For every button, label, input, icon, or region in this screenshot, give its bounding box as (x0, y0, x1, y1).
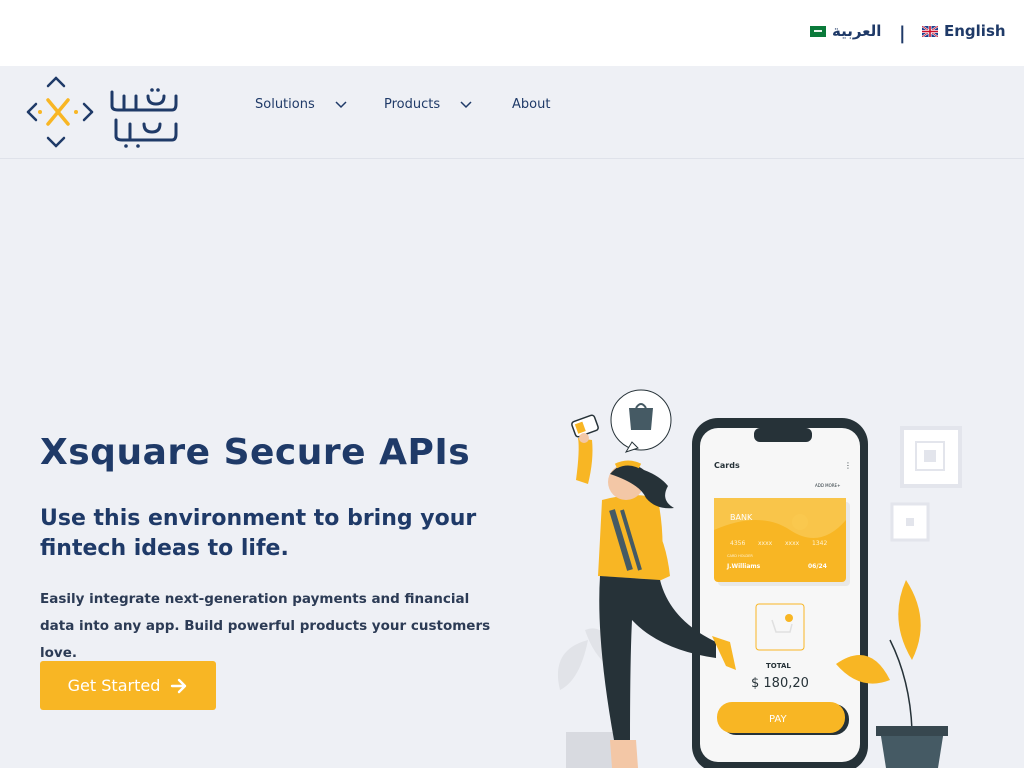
main-navbar: Solutions Products About (0, 66, 1024, 159)
total-amount: $ 180,20 (751, 676, 809, 691)
svg-text:⋮: ⋮ (844, 461, 852, 470)
card-number-1: 4356 (730, 540, 745, 547)
card-holder-label: CARD HOLDER (727, 554, 753, 558)
nav-solutions[interactable]: Solutions (255, 97, 347, 112)
hero-title: Xsquare Secure APIs (40, 432, 471, 473)
phone-header: Cards (714, 461, 740, 470)
nav-solutions-label: Solutions (255, 97, 315, 112)
uk-flag-icon (922, 25, 938, 37)
add-more-label: ADD MORE+ (815, 483, 840, 488)
get-started-label: Get Started (67, 676, 161, 695)
nav-about[interactable]: About (512, 97, 550, 112)
card-number-4: 1342 (812, 540, 827, 547)
arrow-right-icon (171, 678, 187, 693)
get-started-button[interactable]: Get Started (40, 661, 216, 710)
phone: Cards ⋮ ADD MORE+ BANK 4356 xxxx xxxx 13… (692, 418, 868, 768)
nav-about-label: About (512, 97, 551, 112)
decorative-squares (890, 426, 962, 542)
pay-label: PAY (769, 714, 787, 725)
chevron-down-icon (460, 100, 472, 108)
language-arabic-link[interactable]: العربية (810, 22, 881, 40)
saudi-flag-icon (810, 25, 826, 37)
chevron-down-icon (335, 100, 347, 108)
language-separator: | (899, 23, 906, 44)
nav-products-label: Products (384, 97, 441, 112)
card-bank: BANK (730, 513, 753, 522)
hero-illustration: Cards ⋮ ADD MORE+ BANK 4356 xxxx xxxx 13… (557, 389, 962, 768)
card-number-3: xxxx (785, 540, 800, 547)
hero-subtitle: Use this environment to bring your finte… (40, 506, 477, 561)
card-expiry: 06/24 (808, 563, 827, 570)
total-label: TOTAL (766, 662, 791, 670)
arabic-label: العربية (832, 22, 882, 40)
shopping-bag-bubble (610, 389, 672, 453)
xsquare-logo[interactable] (26, 74, 186, 150)
card-number-2: xxxx (758, 540, 773, 547)
card-holder: J.Williams (726, 563, 761, 570)
language-english-link[interactable]: English (922, 22, 1006, 40)
language-bar: العربية | English (0, 0, 1024, 66)
nav-products[interactable]: Products (384, 97, 472, 112)
english-label: English (944, 22, 1006, 40)
hero-description: Easily integrate next-generation payment… (40, 591, 491, 661)
